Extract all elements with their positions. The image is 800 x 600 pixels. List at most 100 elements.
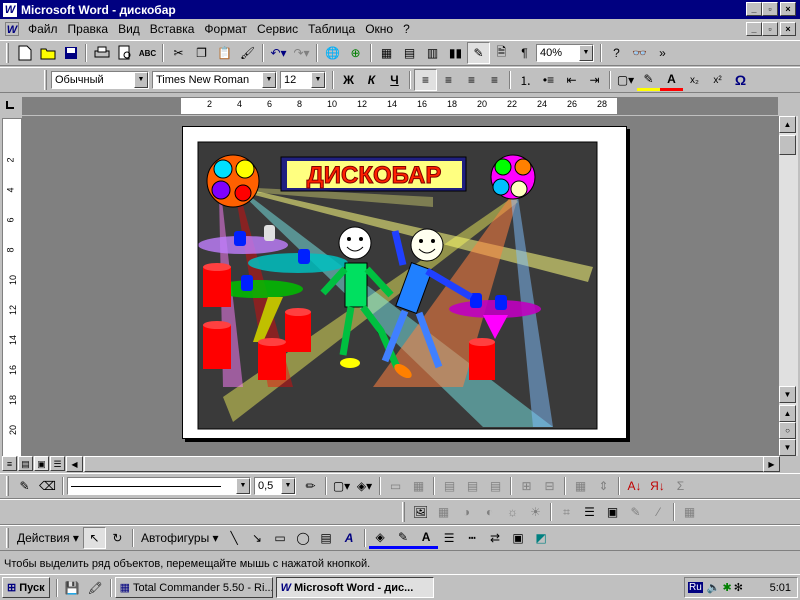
free-rotate-icon[interactable]: ↻ — [106, 527, 129, 549]
chevron-down-icon[interactable]: ▼ — [281, 478, 295, 494]
close-button[interactable]: × — [780, 2, 796, 16]
menu-edit[interactable]: Правка — [63, 20, 114, 38]
language-indicator[interactable]: Ru — [688, 582, 703, 593]
insert-symbol-button[interactable]: Ω — [729, 69, 752, 91]
eraser-icon[interactable]: ⌫ — [36, 475, 59, 497]
line-icon[interactable]: ╲ — [223, 527, 246, 549]
font-size-select[interactable]: 12 ▼ — [280, 71, 326, 89]
help-icon[interactable]: ? — [605, 42, 628, 64]
menu-window[interactable]: Окно — [360, 20, 398, 38]
select-objects-icon[interactable]: ↖ — [82, 527, 106, 549]
tables-borders-icon[interactable]: ▦ — [375, 42, 398, 64]
save-icon[interactable] — [59, 42, 82, 64]
show-hide-icon[interactable]: ¶ — [513, 42, 536, 64]
wordart-icon[interactable]: A — [338, 527, 361, 549]
chevron-down-icon[interactable]: ▼ — [311, 72, 325, 88]
cut-icon[interactable]: ✂ — [167, 42, 190, 64]
copy-icon[interactable]: ❐ — [190, 42, 213, 64]
task-word[interactable]: W Microsoft Word - дис... — [275, 577, 434, 598]
align-right-icon[interactable]: ≡ — [460, 69, 483, 91]
insert-picture-icon[interactable]: 🖼 — [409, 501, 432, 523]
restore-button[interactable]: ▫ — [762, 2, 778, 16]
split-cells-icon[interactable]: ▦ — [407, 475, 430, 497]
bullets-icon[interactable]: •≡ — [537, 69, 560, 91]
chevron-down-icon[interactable]: ▼ — [236, 478, 250, 494]
3d-icon[interactable]: ◩ — [530, 527, 553, 549]
font-color-icon[interactable]: A — [660, 69, 683, 91]
align-bottom-icon[interactable]: ▤ — [484, 475, 507, 497]
reset-picture-icon[interactable]: ▦ — [678, 501, 701, 523]
change-text-direction-icon[interactable]: ⇕ — [592, 475, 615, 497]
open-folder-icon[interactable] — [36, 42, 59, 64]
format-picture-icon[interactable]: ✎ — [624, 501, 647, 523]
scroll-up-icon[interactable]: ▲ — [779, 116, 796, 133]
web-toolbar-icon[interactable]: ⊕ — [344, 42, 367, 64]
zoom-select[interactable]: 40% ▼ — [536, 44, 594, 62]
align-middle-icon[interactable]: ▤ — [461, 475, 484, 497]
menu-view[interactable]: Вид — [113, 20, 145, 38]
fill-color-icon[interactable]: ◈ — [368, 527, 392, 549]
new-document-icon[interactable] — [13, 42, 36, 64]
align-top-icon[interactable]: ▤ — [438, 475, 461, 497]
vertical-ruler[interactable]: 2 4 6 8 10 12 14 16 18 20 — [2, 118, 22, 458]
hyperlink-icon[interactable]: 🌐 — [321, 42, 344, 64]
less-brightness-icon[interactable]: ☀ — [524, 501, 547, 523]
scroll-thumb[interactable] — [779, 135, 796, 155]
web-layout-icon[interactable]: ▤ — [18, 456, 33, 471]
superscript-icon[interactable]: x² — [706, 69, 729, 91]
scroll-down-icon[interactable]: ▼ — [779, 386, 796, 403]
start-button[interactable]: ⊞ Пуск — [2, 577, 50, 598]
menu-format[interactable]: Формат — [199, 20, 252, 38]
line-weight-select[interactable]: 0,5 ▼ — [254, 477, 296, 495]
sort-ascending-icon[interactable]: A↓ — [623, 475, 646, 497]
more-contrast-icon[interactable]: ◑ — [455, 501, 478, 523]
tab-selector[interactable] — [2, 97, 21, 115]
quick-launch-icon[interactable]: 🖍 — [84, 577, 107, 599]
tray-app-icon[interactable]: ✻ — [734, 581, 743, 594]
arrow-style-icon[interactable]: ⇄ — [484, 527, 507, 549]
menu-help[interactable]: ? — [398, 20, 415, 38]
less-contrast-icon[interactable]: ◐ — [478, 501, 501, 523]
find-icon[interactable]: 👓 — [628, 42, 651, 64]
pencil-icon[interactable]: ✎ — [13, 475, 36, 497]
line-color-icon[interactable]: ✎ — [391, 527, 415, 549]
normal-view-icon[interactable]: ≡ — [2, 456, 17, 471]
line-style-draw-icon[interactable]: ☰ — [438, 527, 461, 549]
spelling-icon[interactable]: ABC — [136, 42, 159, 64]
sort-descending-icon[interactable]: Я↓ — [646, 475, 669, 497]
line-style-icon[interactable]: ☰ — [578, 501, 601, 523]
minimize-button[interactable]: _ — [746, 2, 762, 16]
numbering-icon[interactable]: ⒈ — [514, 69, 537, 91]
print-icon[interactable] — [90, 42, 113, 64]
table-autoformat-icon[interactable]: ▦ — [569, 475, 592, 497]
paste-icon[interactable]: 📋 — [213, 42, 236, 64]
doc-close-button[interactable]: × — [780, 22, 796, 36]
underline-button[interactable]: Ч — [383, 69, 406, 91]
more-buttons-icon[interactable]: » — [651, 42, 674, 64]
redo-icon[interactable]: ↷▾ — [290, 42, 313, 64]
select-browse-object-icon[interactable]: ○ — [779, 422, 796, 439]
oval-icon[interactable]: ◯ — [292, 527, 315, 549]
image-control-icon[interactable]: ▦ — [432, 501, 455, 523]
italic-button[interactable]: К — [360, 69, 383, 91]
previous-page-icon[interactable]: ▲ — [779, 405, 796, 422]
quick-launch-icon[interactable]: 💾 — [61, 577, 84, 599]
document-page[interactable]: ДИСКОБАР — [182, 126, 627, 439]
menu-insert[interactable]: Вставка — [145, 20, 200, 38]
distribute-columns-icon[interactable]: ⊟ — [538, 475, 561, 497]
style-select[interactable]: Обычный ▼ — [51, 71, 149, 89]
chevron-down-icon[interactable]: ▼ — [134, 72, 148, 88]
merge-cells-icon[interactable]: ▭ — [384, 475, 407, 497]
task-total-commander[interactable]: ▦ Total Commander 5.50 - Ri... — [114, 577, 273, 598]
next-page-icon[interactable]: ▼ — [779, 439, 796, 456]
menu-tools[interactable]: Сервис — [252, 20, 303, 38]
justify-icon[interactable]: ≡ — [483, 69, 506, 91]
scroll-left-icon[interactable]: ◀ — [66, 456, 83, 472]
line-style-select[interactable]: ▼ — [67, 477, 251, 495]
disco-drawing[interactable]: ДИСКОБАР — [183, 127, 628, 440]
drawing-icon[interactable]: ✎ — [467, 42, 490, 64]
border-icon[interactable]: ▢▾ — [614, 69, 637, 91]
rectangle-icon[interactable]: ▭ — [269, 527, 292, 549]
align-center-icon[interactable]: ≡ — [437, 69, 460, 91]
tray-app-icon[interactable]: ✱ — [723, 581, 732, 594]
